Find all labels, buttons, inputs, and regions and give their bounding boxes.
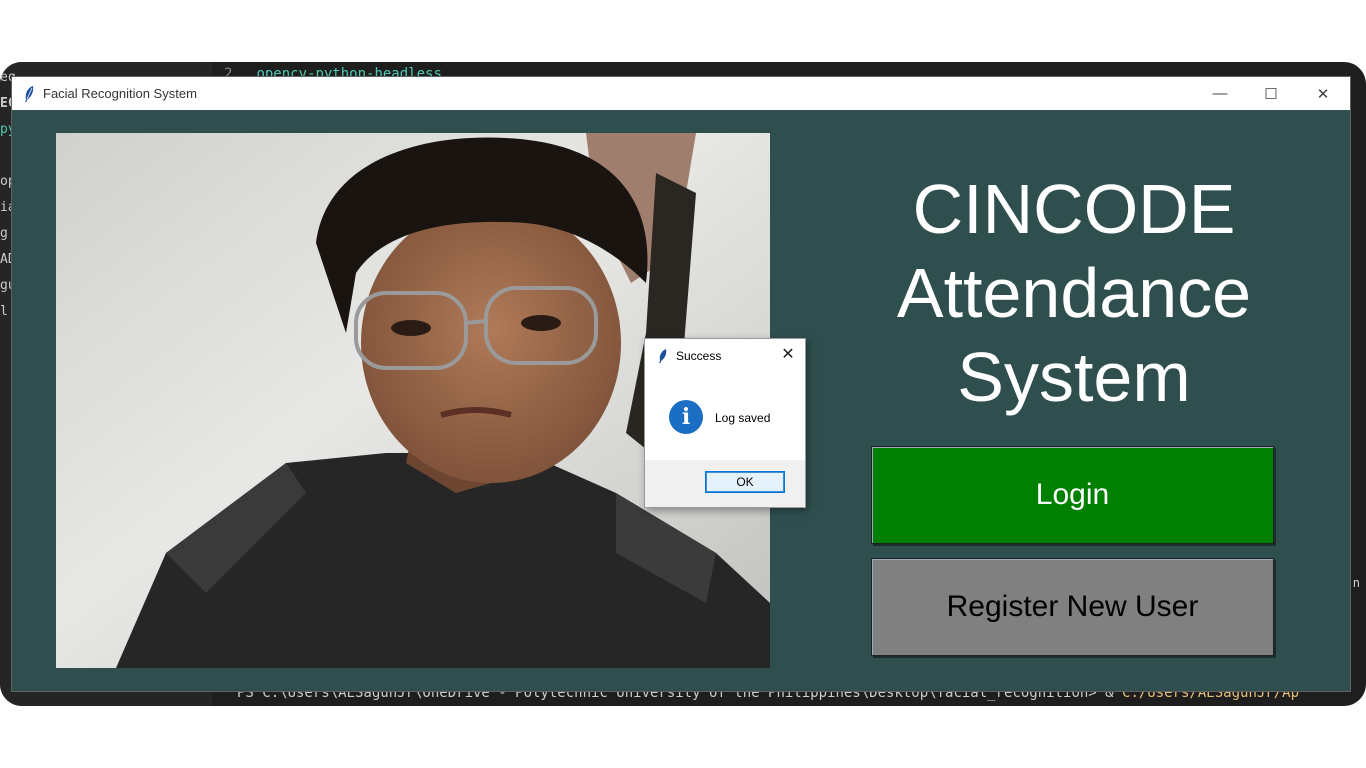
feather-icon	[25, 86, 34, 102]
heading-line: Attendance	[896, 254, 1252, 332]
app-heading: CINCODE Attendance System	[854, 167, 1294, 419]
maximize-button[interactable]: ☐	[1246, 77, 1296, 110]
login-button[interactable]: Login	[871, 446, 1274, 544]
register-new-user-button[interactable]: Register New User	[871, 558, 1274, 656]
dialog-close-button[interactable]: ✕	[777, 344, 799, 366]
dialog-message: Log saved	[715, 411, 771, 425]
dialog-title: Success	[676, 349, 722, 363]
window-title: Facial Recognition System	[43, 86, 197, 101]
ok-button[interactable]: OK	[705, 471, 785, 493]
minimize-button[interactable]: —	[1195, 77, 1245, 110]
feather-icon	[659, 349, 667, 363]
heading-line: CINCODE	[912, 170, 1236, 248]
editor-overflow-text: n	[1352, 576, 1360, 590]
success-dialog: Success ✕ i Log saved OK	[644, 338, 806, 508]
close-button[interactable]: ✕	[1298, 77, 1348, 110]
heading-line: System	[957, 338, 1191, 416]
info-icon: i	[669, 400, 703, 434]
title-bar[interactable]: Facial Recognition System — ☐ ✕	[12, 77, 1350, 110]
dialog-footer: OK	[645, 460, 805, 507]
